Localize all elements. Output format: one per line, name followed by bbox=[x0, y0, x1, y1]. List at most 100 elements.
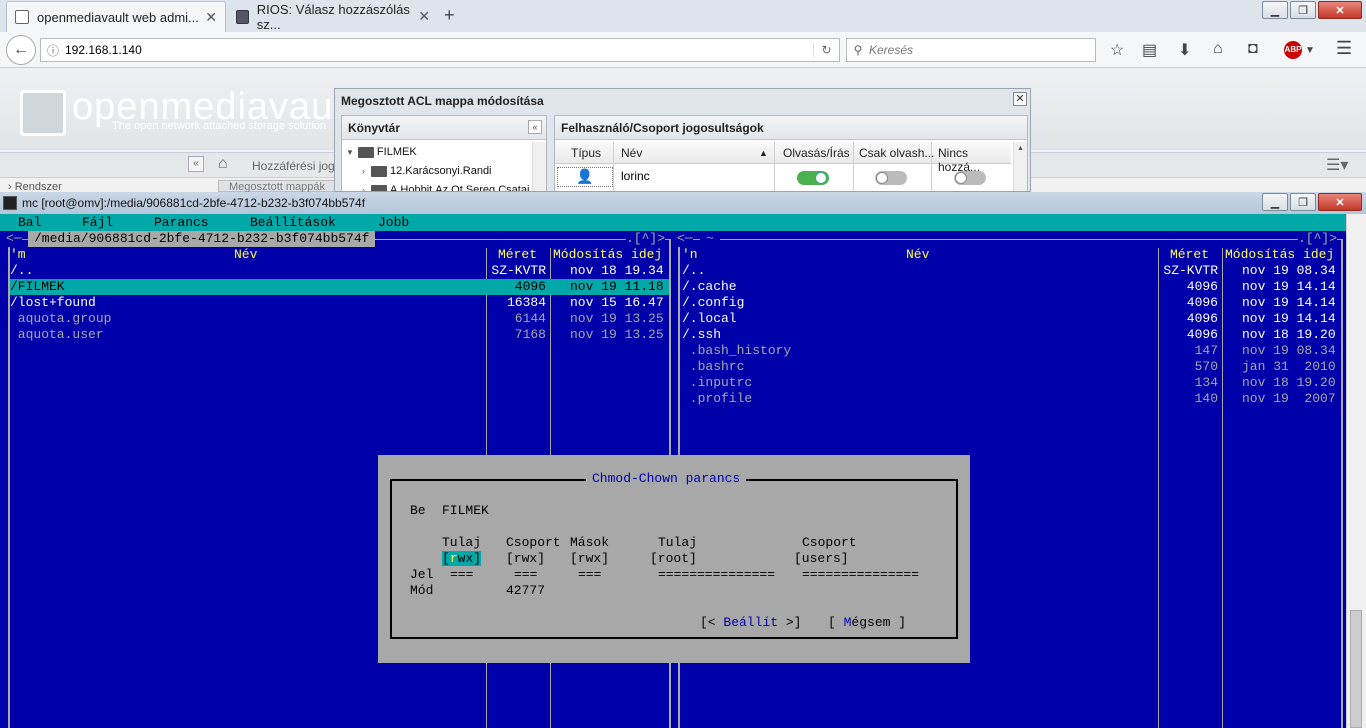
file-date: nov 18 19.20 bbox=[1242, 327, 1336, 342]
download-icon[interactable]: ⬇ bbox=[1178, 40, 1191, 60]
info-icon[interactable]: ⓘ bbox=[41, 42, 65, 59]
collapse-icon[interactable]: « bbox=[188, 156, 204, 172]
toggle-knob bbox=[876, 172, 888, 184]
menu-icon[interactable]: ☰▾ bbox=[1326, 155, 1348, 175]
menu-item-beallitasok[interactable]: Beállítások bbox=[250, 215, 336, 231]
file-name[interactable]: /.config bbox=[682, 295, 744, 311]
close-icon[interactable]: ✕ bbox=[1013, 92, 1027, 106]
scrollbar[interactable] bbox=[532, 142, 546, 191]
tree-node-filmek[interactable]: ▼ FILMEK bbox=[346, 146, 417, 158]
apply-button[interactable]: [< Beállít >] bbox=[700, 615, 801, 631]
expand-icon[interactable]: ▼ bbox=[346, 148, 354, 157]
omv-tagline: The open network attached storage soluti… bbox=[112, 120, 327, 132]
file-name[interactable]: /.. bbox=[682, 263, 705, 279]
perm-others-field[interactable]: [rwx] bbox=[570, 551, 609, 567]
tab-omv[interactable]: openmediavault web admi... ✕ bbox=[6, 1, 226, 32]
owner-select[interactable]: [root] bbox=[650, 551, 697, 567]
file-name[interactable]: /.cache bbox=[682, 279, 737, 295]
search-input[interactable]: ⚲ Keresés bbox=[846, 38, 1096, 62]
chevron-down-icon[interactable]: ▼ bbox=[1305, 45, 1315, 56]
column-header-size[interactable]: Méret bbox=[1170, 247, 1209, 263]
file-name[interactable]: .bashrc bbox=[682, 359, 745, 375]
panel-corner[interactable]: <─ bbox=[6, 231, 22, 247]
tab-shared-folders[interactable]: Megosztott mappák bbox=[218, 180, 338, 193]
perm-group-field[interactable]: [rwx] bbox=[506, 551, 545, 567]
new-tab-icon[interactable]: + bbox=[444, 5, 455, 26]
minimize-icon[interactable]: ▁ bbox=[1262, 1, 1288, 19]
window-title: mc [root@omv]:/media/906881cd-2bfe-4712-… bbox=[22, 196, 366, 210]
file-date: jan 31 2010 bbox=[1242, 359, 1336, 374]
column-header-name[interactable]: Név bbox=[906, 247, 929, 263]
close-window-icon[interactable]: ✕ bbox=[1318, 193, 1362, 211]
adblock-icon[interactable]: ABP bbox=[1284, 41, 1302, 59]
tree-node[interactable]: › A.Hobbit.Az.Ot.Sereg.Csatai bbox=[362, 184, 529, 191]
pocket-icon[interactable]: ◘ bbox=[1248, 40, 1258, 58]
read-only-toggle[interactable] bbox=[875, 171, 907, 185]
panel-corner[interactable]: <─ bbox=[677, 231, 693, 247]
menu-item-jobb[interactable]: Jobb bbox=[378, 215, 409, 231]
cancel-button[interactable]: [ Mégsem ] bbox=[828, 615, 906, 631]
menu-item-fajl[interactable]: Fájl bbox=[82, 215, 113, 231]
collapse-icon[interactable]: « bbox=[528, 120, 542, 134]
file-name[interactable]: .inputrc bbox=[682, 375, 752, 391]
read-write-toggle[interactable] bbox=[797, 171, 829, 185]
file-name[interactable]: /lost+found bbox=[10, 295, 96, 311]
column-header[interactable]: Csak olvash... bbox=[859, 146, 934, 160]
restore-icon[interactable]: ❐ bbox=[1290, 1, 1316, 19]
file-name[interactable]: aquota.user bbox=[10, 327, 104, 343]
home-icon[interactable]: ⌂ bbox=[1213, 40, 1223, 58]
back-arrow-icon[interactable]: ← bbox=[6, 35, 36, 65]
file-name[interactable]: .bash_history bbox=[682, 343, 791, 359]
panel-corner-buttons[interactable]: .[^]> bbox=[626, 231, 666, 247]
file-name[interactable]: .profile bbox=[682, 391, 752, 407]
url-bar[interactable]: ⓘ 192.168.1.140 ↻ bbox=[40, 38, 840, 62]
close-icon[interactable]: ✕ bbox=[205, 9, 217, 26]
perm-owner-field[interactable]: [rwx] bbox=[442, 551, 482, 567]
chevron-right-icon[interactable]: › bbox=[362, 185, 365, 191]
column-header[interactable]: Név bbox=[621, 146, 642, 160]
reading-list-icon[interactable]: ▤ bbox=[1142, 40, 1157, 60]
column-header[interactable]: Olvasás/Írás bbox=[783, 146, 850, 160]
column-header-size[interactable]: Méret bbox=[498, 247, 537, 263]
file-name[interactable]: /FILMEK bbox=[10, 279, 65, 295]
close-icon[interactable]: ✕ bbox=[418, 8, 430, 25]
table-row[interactable]: 👤 lorinc bbox=[555, 165, 1011, 191]
button-bracket: >] bbox=[778, 615, 802, 630]
sort-indicator[interactable]: 'm bbox=[10, 247, 26, 263]
column-header-name[interactable]: Név bbox=[234, 247, 257, 263]
file-size: 140 bbox=[1194, 391, 1218, 406]
restore-icon[interactable]: ❐ bbox=[1290, 193, 1316, 211]
column-header[interactable]: Típus bbox=[571, 146, 601, 160]
menu-item-parancs[interactable]: Parancs bbox=[154, 215, 209, 231]
column-header-date[interactable]: Módosítás idej bbox=[553, 247, 662, 263]
panel-border bbox=[1341, 239, 1343, 728]
scrollbar-thumb[interactable] bbox=[1350, 610, 1362, 728]
sort-indicator[interactable]: 'n bbox=[682, 247, 698, 263]
tree-node[interactable]: › 12.Karácsonyi.Randi bbox=[362, 165, 492, 177]
file-date: nov 15 16.47 bbox=[570, 295, 664, 310]
hamburger-menu-icon[interactable]: ☰ bbox=[1336, 38, 1352, 59]
sort-icon[interactable]: ▲ bbox=[759, 148, 768, 158]
reload-icon[interactable]: ↻ bbox=[813, 43, 839, 57]
no-access-toggle[interactable] bbox=[954, 171, 986, 185]
file-name[interactable]: /.local bbox=[682, 311, 737, 327]
scrollbar[interactable]: ▲ bbox=[1013, 142, 1027, 191]
file-name[interactable]: /.ssh bbox=[682, 327, 721, 343]
bookmark-star-icon[interactable]: ☆ bbox=[1110, 40, 1124, 60]
file-name[interactable]: /.. bbox=[10, 263, 33, 279]
chevron-right-icon[interactable]: › bbox=[362, 166, 365, 176]
perm-r[interactable]: r bbox=[449, 551, 458, 566]
column-header-date[interactable]: Módosítás idej bbox=[1225, 247, 1334, 263]
file-size: 134 bbox=[1194, 375, 1218, 390]
file-name[interactable]: aquota.group bbox=[10, 311, 112, 327]
close-window-icon[interactable]: ✕ bbox=[1318, 1, 1362, 19]
tab-rios[interactable]: RIOS: Válasz hozzászólás sz... ✕ bbox=[228, 1, 438, 32]
panel-corner-buttons[interactable]: .[^]> bbox=[1298, 231, 1338, 247]
file-date: nov 19 13.25 bbox=[570, 311, 664, 326]
group-select[interactable]: [users] bbox=[794, 551, 849, 567]
tree-label: FILMEK bbox=[376, 146, 417, 158]
menu-item-bal[interactable]: Bal bbox=[18, 215, 41, 231]
scroll-up-icon[interactable]: ▲ bbox=[1014, 145, 1027, 152]
home-icon[interactable]: ⌂ bbox=[218, 155, 228, 173]
minimize-icon[interactable]: ▁ bbox=[1262, 193, 1288, 211]
